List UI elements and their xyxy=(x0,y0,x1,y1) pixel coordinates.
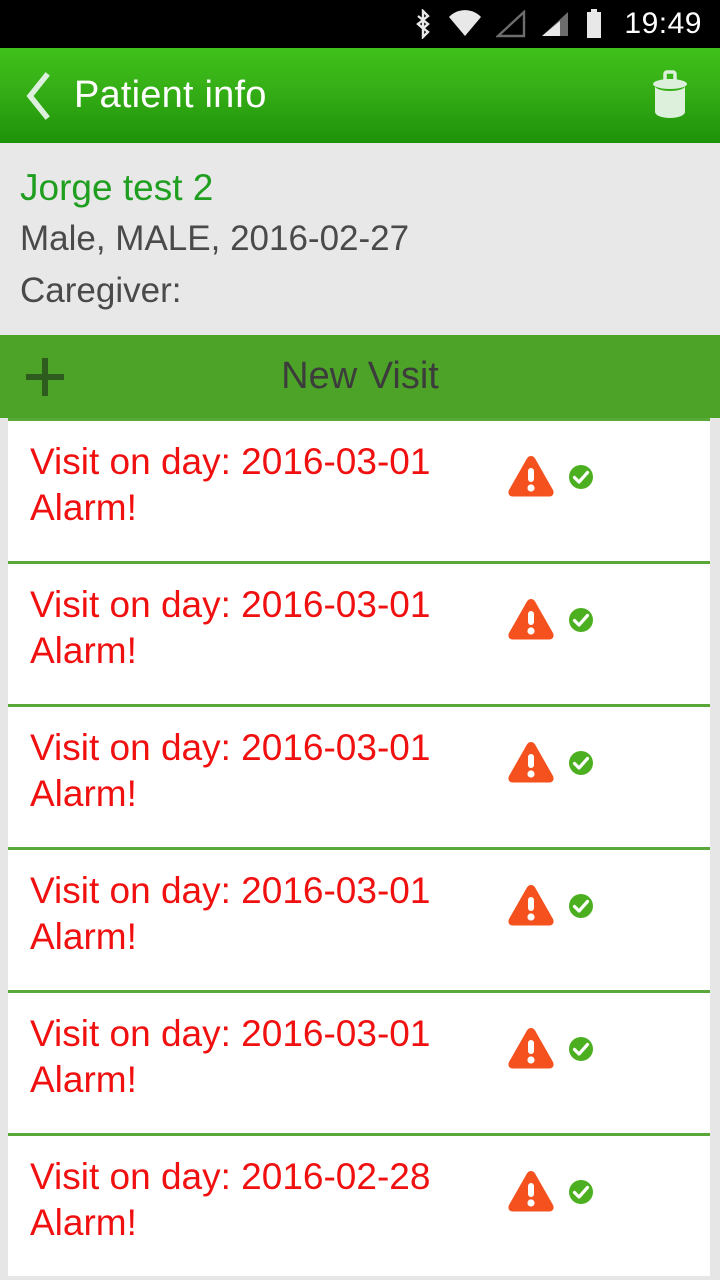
visit-status-icons xyxy=(506,882,594,928)
page-title: Patient info xyxy=(74,74,267,116)
new-visit-button[interactable]: New Visit xyxy=(0,335,720,418)
visit-status-icons xyxy=(506,453,594,499)
visit-text-block: Visit on day: 2016-03-01 Alarm! xyxy=(8,850,710,960)
list-item[interactable]: Visit on day: 2016-02-28 Alarm! xyxy=(8,1133,710,1276)
check-icon xyxy=(568,893,594,919)
visit-text-block: Visit on day: 2016-03-01 Alarm! xyxy=(8,564,710,674)
bluetooth-icon xyxy=(412,9,434,39)
visit-alarm-line: Alarm! xyxy=(30,916,137,957)
visit-alarm-line: Alarm! xyxy=(30,630,137,671)
visit-date-line: Visit on day: 2016-03-01 xyxy=(30,870,431,911)
warning-icon xyxy=(506,1168,556,1214)
check-icon xyxy=(568,607,594,633)
check-icon xyxy=(568,464,594,490)
patient-name: Jorge test 2 xyxy=(20,167,214,208)
visit-date-line: Visit on day: 2016-02-28 xyxy=(30,1156,431,1197)
visit-date-line: Visit on day: 2016-03-01 xyxy=(30,441,431,482)
list-item[interactable]: Visit on day: 2016-03-01 Alarm! xyxy=(8,418,710,561)
visit-alarm-line: Alarm! xyxy=(30,1059,137,1100)
visit-date-line: Visit on day: 2016-03-01 xyxy=(30,727,431,768)
visit-status-icons xyxy=(506,1025,594,1071)
warning-icon xyxy=(506,596,556,642)
visit-status-icons xyxy=(506,1168,594,1214)
check-icon xyxy=(568,1179,594,1205)
warning-icon xyxy=(506,882,556,928)
visit-alarm-line: Alarm! xyxy=(30,487,137,528)
wifi-icon xyxy=(448,10,482,38)
list-item[interactable]: Visit on day: 2016-03-01 Alarm! xyxy=(8,847,710,990)
visit-list[interactable]: Visit on day: 2016-03-01 Alarm! Visit on… xyxy=(0,418,720,1280)
visit-status-icons xyxy=(506,739,594,785)
visit-date-line: Visit on day: 2016-03-01 xyxy=(30,584,431,625)
new-visit-label: New Visit xyxy=(281,355,439,397)
trash-icon[interactable] xyxy=(642,64,698,128)
check-icon xyxy=(568,750,594,776)
check-icon xyxy=(568,1036,594,1062)
list-item[interactable]: Visit on day: 2016-03-01 Alarm! xyxy=(8,561,710,704)
list-item[interactable]: Visit on day: 2016-03-01 Alarm! xyxy=(8,990,710,1133)
back-icon[interactable] xyxy=(16,66,60,126)
patient-header: Jorge test 2 Male, MALE, 2016-02-27 Care… xyxy=(0,143,720,335)
plus-icon xyxy=(16,348,74,406)
patient-caregiver: Caregiver: xyxy=(20,271,182,310)
list-item[interactable]: Visit on day: 2016-03-01 Alarm! xyxy=(8,704,710,847)
warning-icon xyxy=(506,1025,556,1071)
visit-alarm-line: Alarm! xyxy=(30,1202,137,1243)
patient-demographics: Male, MALE, 2016-02-27 xyxy=(20,219,410,258)
visit-status-icons xyxy=(506,596,594,642)
visit-text-block: Visit on day: 2016-03-01 Alarm! xyxy=(8,421,710,531)
app-bar: Patient info xyxy=(0,48,720,143)
warning-icon xyxy=(506,739,556,785)
visit-text-block: Visit on day: 2016-03-01 Alarm! xyxy=(8,993,710,1103)
warning-icon xyxy=(506,453,556,499)
status-bar: 19:49 xyxy=(0,0,720,48)
visit-date-line: Visit on day: 2016-03-01 xyxy=(30,1013,431,1054)
visit-alarm-line: Alarm! xyxy=(30,773,137,814)
status-bar-time: 19:49 xyxy=(624,7,702,40)
visit-text-block: Visit on day: 2016-03-01 Alarm! xyxy=(8,707,710,817)
signal-icon-2 xyxy=(540,10,570,38)
visit-text-block: Visit on day: 2016-02-28 Alarm! xyxy=(8,1136,710,1246)
battery-icon xyxy=(584,9,604,39)
signal-icon-1 xyxy=(496,10,526,38)
